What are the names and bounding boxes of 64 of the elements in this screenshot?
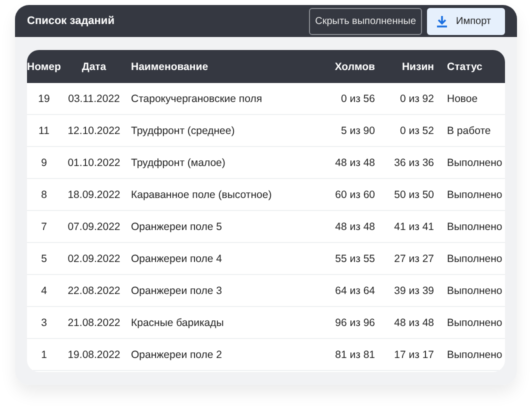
table-cell-text: 18.09.2022 [66,188,122,200]
column-header: Холмов [334,60,375,72]
table-cell-text: 3 [40,316,48,328]
table-cell-text: 27 из 27 [393,252,434,264]
table-cell-text: 4 [40,284,48,296]
column-header: Низин [400,60,434,72]
table-cell-text: 36 из 36 [393,156,434,168]
table-cell-text: 0 из 92 [398,92,434,104]
table-cell-text: 60 из 60 [334,188,375,200]
table-cell-text: 55 из 55 [334,252,375,264]
window-title: Список заданий [27,15,114,27]
table-cell-text: 8 [40,188,48,200]
column-header: Наименование [130,60,210,72]
table-cell-text: В работе [446,124,492,136]
table-cell-text: Новое [446,92,479,104]
table-cell-text: Трудфронт (среднее) [130,124,236,136]
table-cell-text: 7 [40,220,48,232]
table-cell-text: 9 [40,156,48,168]
table-cell-text: 12.10.2022 [66,124,122,136]
table-cell-text: 39 из 39 [393,284,434,296]
table-cell-text: 17 из 17 [393,348,434,360]
table-cell-text: 21.08.2022 [66,316,122,328]
column-header: Статус [446,60,484,72]
table-cell-text: 1 [40,348,48,360]
table-cell-text: 41 из 41 [393,220,434,232]
table-cell-text: 01.10.2022 [66,156,122,168]
table-cell-text: 64 из 64 [334,284,375,296]
table-cell-text: Выполнено [446,284,504,296]
table-cell-text: Старокучергановские поля [130,92,264,104]
table-cell-text: 0 из 56 [340,92,375,104]
table-cell-text: 11 [38,124,50,136]
column-header: Дата [80,60,108,72]
table-cell-text: Оранжереи поле 5 [130,220,223,232]
table-cell-text: Трудфронт (малое) [130,156,226,168]
table-cell-text: 96 из 96 [334,316,375,328]
table-cell-text: 5 [40,252,48,264]
table-cell-text: Оранжереи поле 4 [130,252,223,264]
table-cell-text: Выполнено [446,188,504,200]
table-cell-text: 81 из 81 [334,348,375,360]
table-cell-text: 07.09.2022 [66,220,122,232]
import-button[interactable]: Импорт [427,8,505,34]
table-cell-text: 48 из 48 [334,156,375,168]
hide-completed-button[interactable]: Скрыть выполненные [309,8,422,34]
table-cell-text: Выполнено [446,316,504,328]
table-cell-text: Оранжереи поле 2 [130,348,223,360]
table-cell-text: 03.11.2022 [67,92,121,104]
table-cell-text: Оранжереи поле 3 [130,284,223,296]
table-cell-text: 50 из 50 [393,188,434,200]
table-cell-text: 0 из 52 [398,124,434,136]
download-icon [436,14,448,28]
table-cell-text: 22.08.2022 [66,284,122,296]
table-cell-text: Караванное поле (высотное) [130,188,273,200]
table-cell-text: Выполнено [446,252,504,264]
table-cell-text: Выполнено [446,348,504,360]
table-cell-text: 48 из 48 [334,220,375,232]
table-cell-text: Выполнено [446,220,504,232]
table-cell-text: 48 из 48 [393,316,434,328]
table-cell-text: 19 [37,92,51,104]
table-cell-text: 19.08.2022 [66,348,122,360]
table-cell-text: Красные барикады [130,316,225,328]
table-cell-text: 5 из 90 [340,124,375,136]
table-cell-text: Выполнено [446,156,504,168]
column-header: Номер [27,60,61,72]
table-cell-text: 02.09.2022 [66,252,122,264]
